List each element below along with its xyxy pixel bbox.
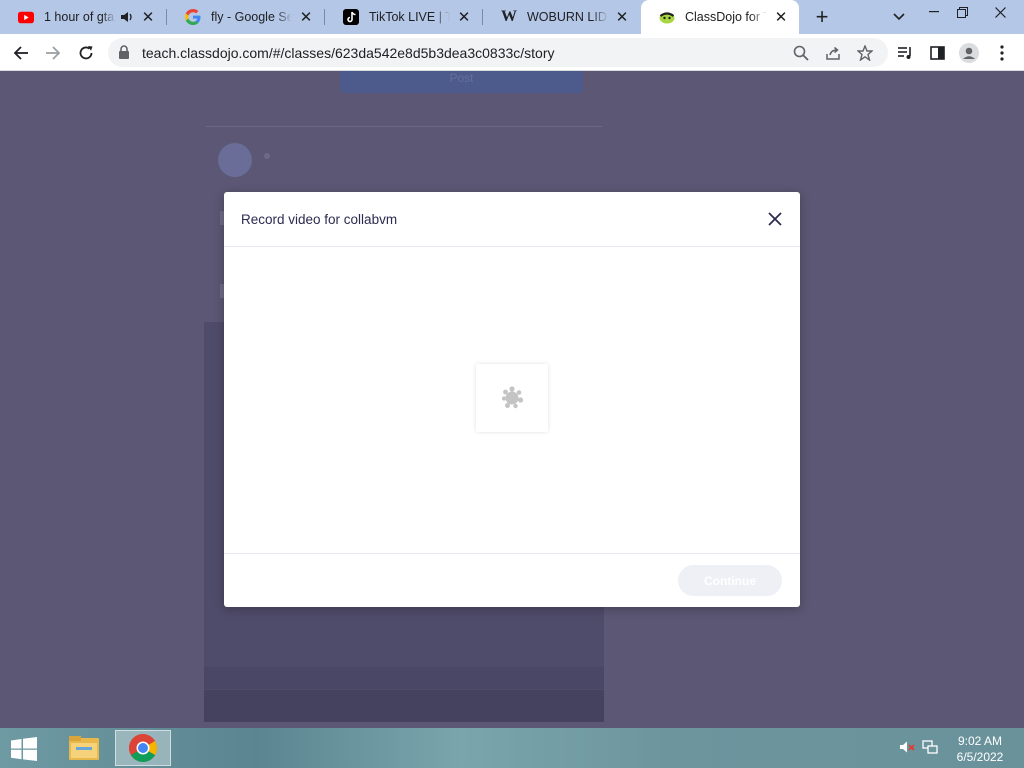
- forward-button[interactable]: [40, 40, 66, 66]
- tab-title: ClassDojo for Teachers: [685, 10, 767, 24]
- close-window-button[interactable]: [980, 0, 1020, 24]
- minimize-button[interactable]: [920, 0, 948, 24]
- divider: [206, 126, 602, 127]
- tab-woburn-lido[interactable]: W WOBURN LIDO - ✕: [483, 0, 640, 34]
- lock-icon[interactable]: [118, 45, 130, 64]
- google-chrome-icon[interactable]: [115, 730, 171, 766]
- modal-header: Record video for collabvm: [224, 192, 800, 247]
- side-panel-icon[interactable]: [924, 40, 950, 66]
- background-video-footer: [204, 690, 604, 722]
- browser-tab-strip: 1 hour of gta ✕ fly - Google Search ✕ Ti…: [0, 0, 1024, 34]
- tab-tiktok[interactable]: TikTok LIVE | TikTok ✕: [325, 0, 482, 34]
- share-icon[interactable]: [824, 44, 842, 62]
- url-text: teach.classdojo.com/#/classes/623da542e8…: [142, 45, 555, 61]
- tab-title: fly - Google Search: [211, 10, 292, 24]
- post-avatar: [218, 143, 252, 177]
- close-modal-button[interactable]: [764, 208, 786, 230]
- close-icon: [768, 212, 782, 226]
- windows-taskbar: 9:02 AM 6/5/2022: [0, 728, 1024, 768]
- windows-start-icon[interactable]: [8, 736, 40, 762]
- close-tab-icon[interactable]: ✕: [140, 9, 156, 26]
- close-tab-icon[interactable]: ✕: [614, 9, 630, 26]
- clock-time: 9:02 AM: [957, 734, 1003, 748]
- tab-search-button[interactable]: [888, 5, 910, 29]
- post-author-placeholder: [264, 153, 270, 159]
- more-menu-icon[interactable]: [989, 40, 1015, 66]
- tab-google-search[interactable]: fly - Google Search ✕: [167, 0, 324, 34]
- network-icon[interactable]: [921, 738, 939, 756]
- file-explorer-icon[interactable]: [56, 730, 112, 766]
- clock-date: 6/5/2022: [956, 750, 1004, 764]
- background-video-controls: [204, 667, 604, 689]
- tab-title: TikTok LIVE | TikTok: [369, 10, 450, 24]
- close-tab-icon[interactable]: ✕: [456, 9, 472, 26]
- tab-title: 1 hour of gta: [44, 10, 115, 24]
- address-bar[interactable]: teach.classdojo.com/#/classes/623da542e8…: [108, 38, 888, 67]
- tab-title: WOBURN LIDO -: [527, 10, 608, 24]
- background-post-button: Post: [340, 71, 583, 93]
- volume-muted-icon[interactable]: [898, 738, 916, 756]
- close-tab-icon[interactable]: ✕: [773, 9, 789, 26]
- modal-footer: Continue: [224, 553, 800, 607]
- loading-spinner: [476, 364, 548, 432]
- continue-button[interactable]: Continue: [678, 565, 782, 596]
- wikipedia-icon: W: [501, 8, 517, 25]
- new-tab-button[interactable]: +: [810, 4, 834, 29]
- google-icon: [185, 9, 201, 25]
- close-tab-icon[interactable]: ✕: [298, 9, 314, 26]
- tab-classdojo[interactable]: ClassDojo for Teachers ✕: [641, 0, 799, 34]
- system-clock[interactable]: 9:02 AM 6/5/2022: [944, 733, 1016, 765]
- tiktok-icon: [343, 9, 359, 25]
- restore-button[interactable]: [950, 0, 974, 24]
- classdojo-icon: [659, 9, 675, 25]
- record-video-modal: Record video for collabvm Continue: [224, 192, 800, 607]
- modal-title: Record video for collabvm: [241, 212, 398, 227]
- reload-button[interactable]: [73, 40, 99, 66]
- youtube-icon: [18, 9, 34, 25]
- loading-icon: [501, 386, 524, 409]
- profile-avatar[interactable]: [956, 40, 982, 66]
- bookmark-star-icon[interactable]: [856, 44, 874, 62]
- back-button[interactable]: [8, 40, 34, 66]
- browser-toolbar: teach.classdojo.com/#/classes/623da542e8…: [0, 34, 1024, 71]
- media-control-icon[interactable]: [892, 40, 918, 66]
- speaker-icon[interactable]: [120, 11, 134, 23]
- zoom-icon[interactable]: [792, 44, 810, 62]
- tab-youtube[interactable]: 1 hour of gta ✕: [0, 0, 166, 34]
